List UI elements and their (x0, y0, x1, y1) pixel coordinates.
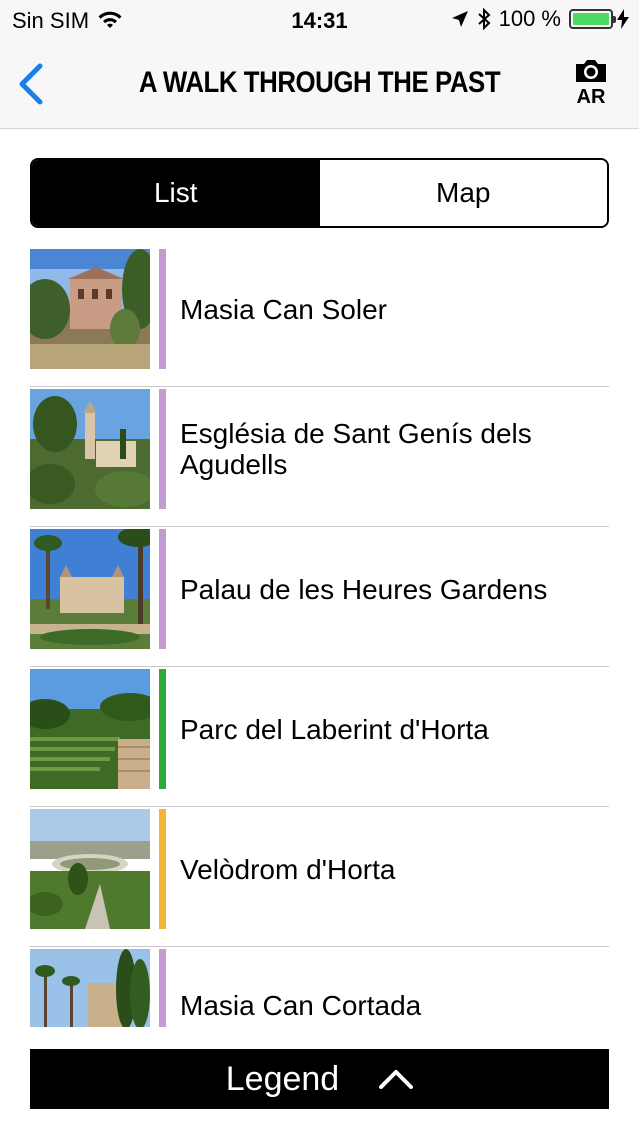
place-thumbnail (30, 529, 150, 649)
legend-label: Legend (225, 1059, 340, 1098)
category-color-bar (159, 529, 166, 649)
place-thumbnail (30, 249, 150, 369)
ar-camera-button[interactable]: AR (571, 58, 611, 110)
category-color-bar (159, 809, 166, 929)
legend-button[interactable]: Legend (30, 1049, 609, 1109)
location-arrow-icon (451, 11, 468, 27)
place-title: Església de Sant Genís dels Agudells (180, 418, 532, 480)
tab-list[interactable]: List (32, 160, 320, 226)
chevron-up-icon (379, 1070, 414, 1089)
tab-map[interactable]: Map (319, 160, 607, 226)
place-title: Masia Can Soler (180, 293, 387, 325)
page-title: A WALK THROUGH THE PAST (138, 66, 501, 99)
status-right-group: 100 % (443, 6, 629, 32)
category-color-bar (159, 669, 166, 789)
battery-percent: 100 % (498, 6, 561, 31)
camera-icon (576, 60, 606, 82)
list-item[interactable]: Parc del Laberint d'Horta (30, 667, 609, 807)
category-color-bar (159, 389, 166, 509)
place-title: Velòdrom d'Horta (180, 853, 396, 885)
place-title: Masia Can Cortada (180, 989, 422, 1021)
place-thumbnail (30, 809, 150, 929)
view-segmented-control: List Map (30, 158, 609, 228)
list-item[interactable]: Masia Can Soler (30, 247, 609, 387)
place-thumbnail (30, 669, 150, 789)
list-item[interactable]: Palau de les Heures Gardens (30, 527, 609, 667)
place-thumbnail (30, 949, 150, 1027)
places-list: Masia Can Soler Església de Sant Genís d… (30, 247, 609, 1027)
status-bar: Sin SIM 14:31 100 % (0, 0, 639, 40)
place-title: Palau de les Heures Gardens (180, 573, 548, 605)
charging-bolt-icon (617, 9, 629, 29)
battery-fill (573, 13, 609, 25)
category-color-bar (159, 949, 166, 1027)
list-item[interactable]: Velòdrom d'Horta (30, 807, 609, 947)
place-title: Parc del Laberint d'Horta (180, 713, 489, 745)
navigation-bar: A WALK THROUGH THE PAST AR (0, 40, 639, 129)
category-color-bar (159, 249, 166, 369)
place-thumbnail (30, 389, 150, 509)
list-item[interactable]: Masia Can Cortada (30, 947, 609, 1027)
battery-icon (569, 9, 616, 29)
list-item[interactable]: Església de Sant Genís dels Agudells (30, 387, 609, 527)
battery-cap (613, 16, 616, 23)
ar-label: AR (576, 86, 606, 108)
bluetooth-icon (477, 8, 491, 30)
